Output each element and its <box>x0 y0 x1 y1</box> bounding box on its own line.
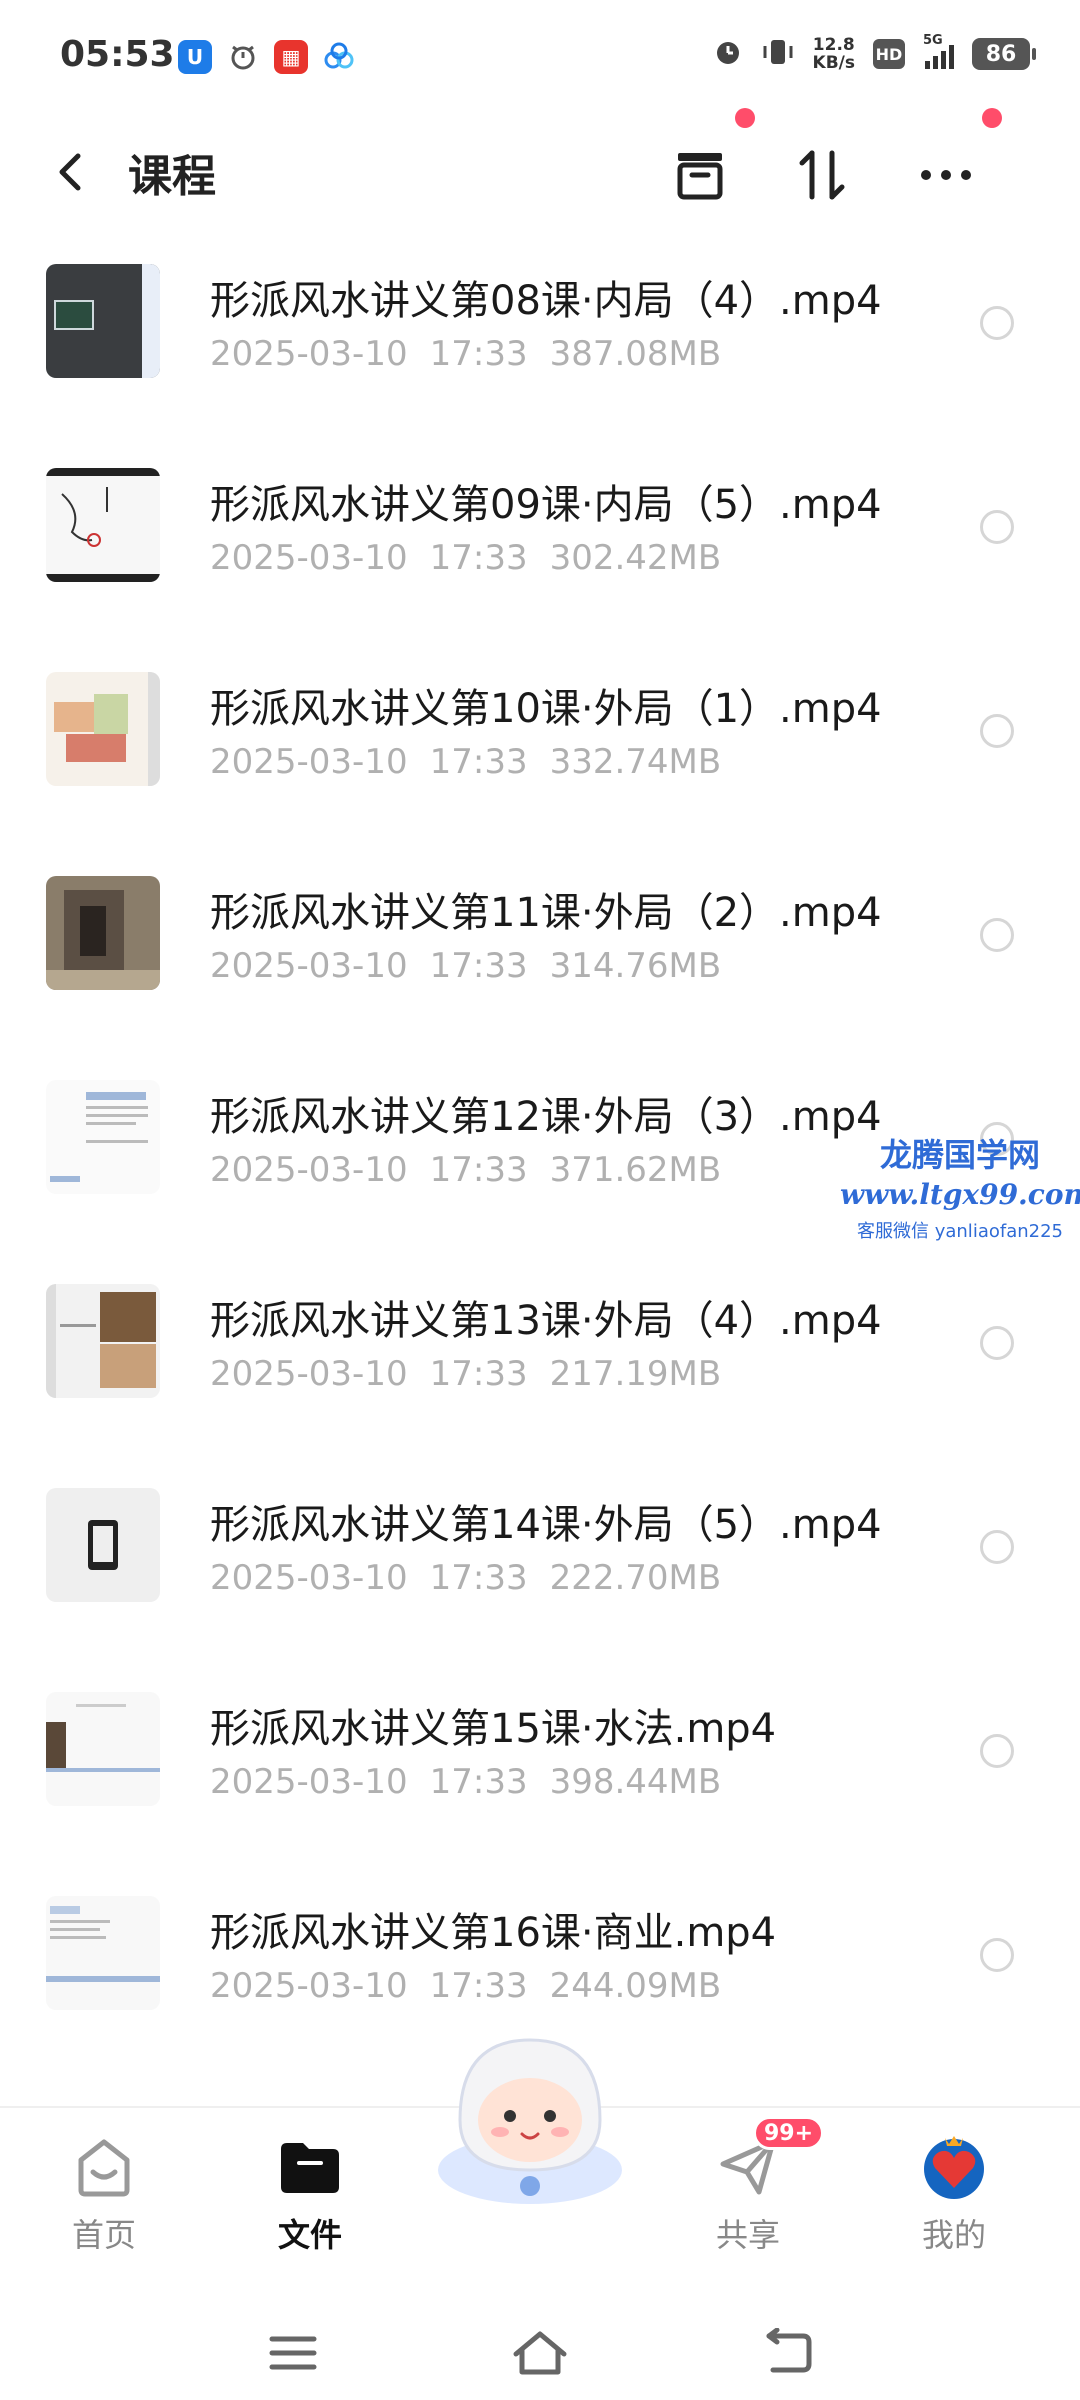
file-meta: 2025-03-10 17:33 244.09MB <box>210 1966 722 2006</box>
select-radio[interactable] <box>980 714 1014 748</box>
clock-app-icon <box>226 40 260 74</box>
sort-button[interactable] <box>782 135 862 215</box>
select-radio[interactable] <box>980 1734 1014 1768</box>
system-nav <box>0 2306 1080 2400</box>
notification-icons: U ▦ <box>178 40 356 74</box>
signal-icon: 5G <box>923 33 954 69</box>
video-thumbnail <box>46 1284 160 1398</box>
file-name: 形派风水讲义第10课·外局（1）.mp4 <box>210 686 882 732</box>
file-row[interactable]: 形派风水讲义第11课·外局（2）.mp4 2025-03-10 17:33 314.… <box>0 832 1080 1036</box>
alarm-icon <box>713 37 743 71</box>
file-meta: 2025-03-10 17:33 222.70MB <box>210 1558 722 1598</box>
more-button[interactable] <box>906 135 986 215</box>
video-thumbnail <box>46 1692 160 1806</box>
cloud-app-icon <box>322 40 356 74</box>
back-return-icon <box>766 2328 812 2373</box>
red-app-icon: ▦ <box>274 40 308 74</box>
archive-notification-dot <box>735 108 755 128</box>
more-icon <box>921 170 971 180</box>
nav-label: 我的 <box>921 2216 986 2254</box>
video-thumbnail <box>46 1080 160 1194</box>
file-row[interactable]: 形派风水讲义第09课·内局（5）.mp4 2025-03-10 17:33 302.… <box>0 424 1080 628</box>
back-button[interactable] <box>50 142 110 202</box>
back-icon <box>59 153 81 191</box>
file-meta: 2025-03-10 17:33 217.19MB <box>210 1354 722 1394</box>
video-thumbnail <box>46 1488 160 1602</box>
watermark-contact: 客服微信 yanliaofan225 <box>857 1221 1063 1242</box>
file-name: 形派风水讲义第15课·水法.mp4 <box>210 1706 777 1752</box>
video-thumbnail <box>46 468 160 582</box>
system-home-button[interactable] <box>505 2318 575 2388</box>
nav-share[interactable]: 99+ 共享 <box>668 2116 828 2256</box>
system-status: 12.8 KB/s HD 5G 86 <box>713 33 1036 73</box>
select-radio[interactable] <box>980 306 1014 340</box>
file-row[interactable]: 形派风水讲义第10课·外局（1）.mp4 2025-03-10 17:33 332.… <box>0 628 1080 832</box>
share-badge: 99+ <box>753 2116 825 2150</box>
system-back-button[interactable] <box>752 2318 822 2388</box>
video-thumbnail <box>46 264 160 378</box>
file-meta: 2025-03-10 17:33 332.74MB <box>210 742 722 782</box>
file-meta: 2025-03-10 17:33 387.08MB <box>210 334 722 374</box>
video-thumbnail <box>46 672 160 786</box>
file-meta: 2025-03-10 17:33 371.62MB <box>210 1150 722 1190</box>
network-speed: 12.8 KB/s <box>812 35 855 73</box>
file-name: 形派风水讲义第16课·商业.mp4 <box>210 1910 777 1956</box>
video-thumbnail <box>46 876 160 990</box>
file-meta: 2025-03-10 17:33 314.76MB <box>210 946 722 986</box>
select-radio[interactable] <box>980 1326 1014 1360</box>
share-plane-icon: 99+ <box>713 2116 825 2202</box>
file-row[interactable]: 形派风水讲义第13课·外局（4）.mp4 2025-03-10 17:33 217.… <box>0 1240 1080 1444</box>
select-radio[interactable] <box>980 1938 1014 1972</box>
battery-icon: 86 <box>972 38 1036 70</box>
file-name: 形派风水讲义第12课·外局（3）.mp4 <box>210 1094 882 1140</box>
app-notification-icon: U <box>178 40 212 74</box>
home-icon <box>69 2132 139 2202</box>
file-meta: 2025-03-10 17:33 302.42MB <box>210 538 722 578</box>
watermark-url: www.ltgx99.com <box>840 1178 1080 1211</box>
heart-avatar-icon <box>919 2132 989 2202</box>
file-row[interactable]: 形派风水讲义第15课·水法.mp4 2025-03-10 17:33 398.44M… <box>0 1648 1080 1852</box>
file-name: 形派风水讲义第09课·内局（5）.mp4 <box>210 482 882 528</box>
nav-label: 首页 <box>71 2216 136 2254</box>
select-radio[interactable] <box>980 1530 1014 1564</box>
watermark-title: 龙腾国学网 <box>879 1136 1040 1174</box>
page-title: 课程 <box>128 151 216 202</box>
file-meta: 2025-03-10 17:33 398.44MB <box>210 1762 722 1802</box>
sort-icon <box>799 150 845 200</box>
file-row[interactable]: 形派风水讲义第14课·外局（5）.mp4 2025-03-10 17:33 222.… <box>0 1444 1080 1648</box>
file-name: 形派风水讲义第14课·外局（5）.mp4 <box>210 1502 882 1548</box>
nav-label: 共享 <box>715 2216 780 2254</box>
select-radio[interactable] <box>980 918 1014 952</box>
vibrate-icon <box>761 37 795 71</box>
header: 课程 <box>0 108 1080 220</box>
nav-label: 文件 <box>277 2216 342 2254</box>
file-name: 形派风水讲义第11课·外局（2）.mp4 <box>210 890 882 936</box>
status-bar: 05:53 U ▦ 12.8 KB/s HD 5G 86 <box>0 0 1080 120</box>
nav-profile[interactable]: 我的 <box>874 2132 1034 2256</box>
archive-icon <box>677 153 723 200</box>
archive-button[interactable] <box>660 135 740 215</box>
video-thumbnail <box>46 1896 160 2010</box>
menu-button[interactable] <box>258 2318 328 2388</box>
assistant-mascot-button[interactable] <box>420 2020 640 2220</box>
menu-icon <box>269 2336 317 2370</box>
home-outline-icon <box>513 2331 567 2375</box>
file-name: 形派风水讲义第13课·外局（4）.mp4 <box>210 1298 882 1344</box>
select-radio[interactable] <box>980 510 1014 544</box>
status-time: 05:53 <box>60 34 175 75</box>
watermark: 龙腾国学网 www.ltgx99.com 客服微信 yanliaofan225 <box>840 1130 1080 1243</box>
folder-icon <box>275 2132 345 2202</box>
file-name: 形派风水讲义第08课·内局（4）.mp4 <box>210 278 882 324</box>
nav-home[interactable]: 首页 <box>24 2132 184 2256</box>
file-row[interactable]: 形派风水讲义第08课·内局（4）.mp4 2025-03-10 17:33 387.… <box>0 220 1080 424</box>
more-notification-dot <box>982 108 1002 128</box>
hd-badge: HD <box>873 39 905 69</box>
nav-files[interactable]: 文件 <box>230 2132 390 2256</box>
